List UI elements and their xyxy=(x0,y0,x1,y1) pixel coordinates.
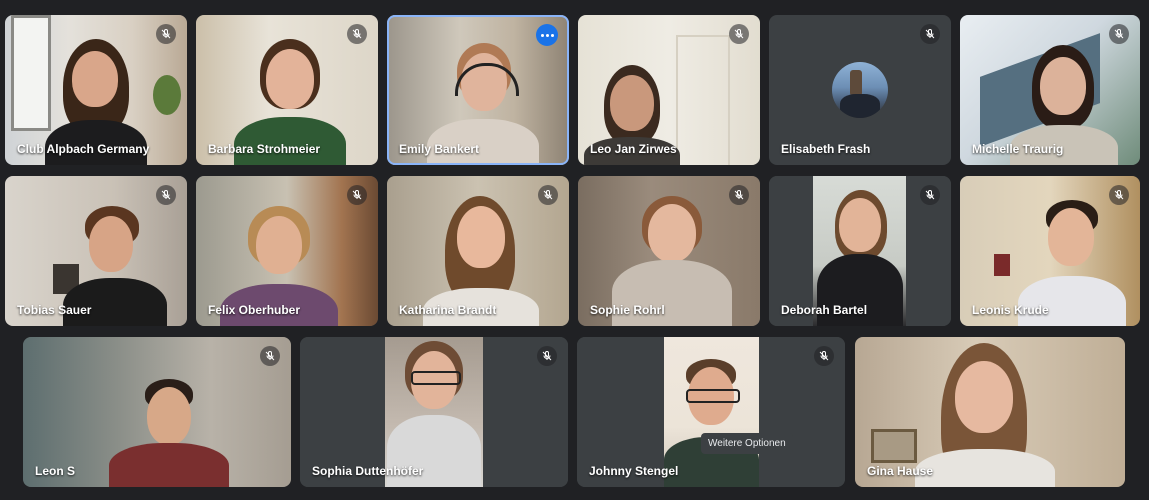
participant-name: Sophie Rohrl xyxy=(590,303,665,317)
mic-off-icon xyxy=(729,24,749,44)
avatar xyxy=(832,62,888,118)
mic-off-icon xyxy=(729,185,749,205)
window xyxy=(11,15,51,131)
mic-off-icon xyxy=(347,185,367,205)
participant-tile[interactable]: Felix Oberhuber xyxy=(196,176,378,326)
participant-name: Michelle Traurig xyxy=(972,142,1064,156)
participant-name: Elisabeth Frash xyxy=(781,142,871,156)
participant-name: Felix Oberhuber xyxy=(208,303,301,317)
participant-tile-active-speaker[interactable]: Emily Bankert xyxy=(387,15,569,165)
participant-tile[interactable]: Elisabeth Frash xyxy=(769,15,951,165)
mic-off-icon xyxy=(260,346,280,366)
participant-name: Gina Hause xyxy=(867,464,934,478)
participant-tile[interactable]: Leonis Krude xyxy=(960,176,1140,326)
participant-name: Emily Bankert xyxy=(399,142,480,156)
participant-name: Barbara Strohmeier xyxy=(208,142,321,156)
participant-name: Leo Jan Zirwes xyxy=(590,142,677,156)
participant-name: Sophia Duttenhöfer xyxy=(312,464,424,478)
mic-off-icon xyxy=(537,346,557,366)
participant-tile[interactable]: Leon S xyxy=(23,337,291,487)
participant-tile[interactable]: Katharina Brandt xyxy=(387,176,569,326)
mic-off-icon xyxy=(1109,24,1129,44)
mic-off-icon xyxy=(347,24,367,44)
more-options-button[interactable] xyxy=(536,24,558,46)
participant-name: Katharina Brandt xyxy=(399,303,497,317)
participant-tile[interactable]: Leo Jan Zirwes xyxy=(578,15,760,165)
door xyxy=(676,35,730,165)
more-options-tooltip: Weitere Optionen xyxy=(701,433,793,454)
mic-off-icon xyxy=(920,24,940,44)
mic-off-icon xyxy=(156,185,176,205)
mic-off-icon xyxy=(920,185,940,205)
poster xyxy=(994,254,1010,276)
participant-name: Tobias Sauer xyxy=(17,303,92,317)
mic-off-icon xyxy=(1109,185,1129,205)
participant-name: Club Alpbach Germany xyxy=(17,142,150,156)
participant-name: Deborah Bartel xyxy=(781,303,868,317)
participant-name: Leonis Krude xyxy=(972,303,1049,317)
mic-off-icon xyxy=(538,185,558,205)
mic-off-icon xyxy=(156,24,176,44)
plant xyxy=(153,75,181,115)
glasses xyxy=(411,371,461,385)
participant-tile[interactable]: Johnny Stengel Weitere Optionen xyxy=(577,337,845,487)
participant-tile[interactable]: Barbara Strohmeier xyxy=(196,15,378,165)
participant-tile[interactable]: Michelle Traurig xyxy=(960,15,1140,165)
participant-tile[interactable]: Club Alpbach Germany xyxy=(5,15,187,165)
glasses xyxy=(686,389,740,403)
participant-name: Johnny Stengel xyxy=(589,464,679,478)
participant-name: Leon S xyxy=(35,464,76,478)
mic-off-icon xyxy=(814,346,834,366)
picture-frame xyxy=(871,429,917,463)
participant-tile[interactable]: Sophia Duttenhöfer xyxy=(300,337,568,487)
participant-tile[interactable]: Sophie Rohrl xyxy=(578,176,760,326)
participant-tile[interactable]: Gina Hause xyxy=(855,337,1125,487)
participant-tile[interactable]: Tobias Sauer xyxy=(5,176,187,326)
participant-tile[interactable]: Deborah Bartel xyxy=(769,176,951,326)
